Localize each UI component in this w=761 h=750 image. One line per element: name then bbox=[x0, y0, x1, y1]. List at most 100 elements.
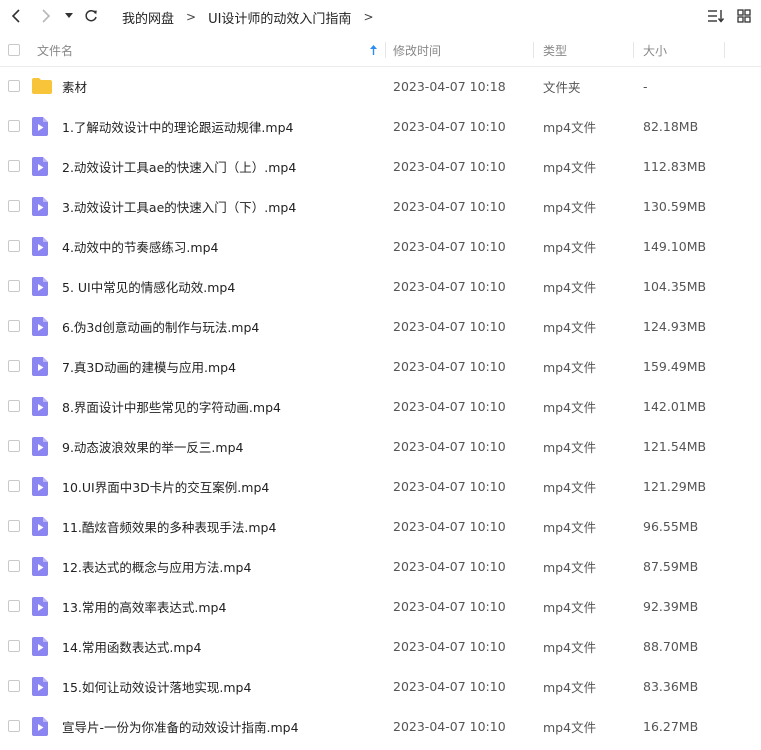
row-checkbox-wrap[interactable] bbox=[8, 266, 20, 306]
history-dropdown-button[interactable] bbox=[62, 5, 76, 27]
row-checkbox-wrap[interactable] bbox=[8, 426, 20, 466]
refresh-button[interactable] bbox=[82, 5, 100, 27]
file-name[interactable]: 4.动效中的节奏感练习.mp4 bbox=[62, 226, 218, 266]
row-checkbox-wrap[interactable] bbox=[8, 706, 20, 746]
column-header-modified[interactable]: 修改时间 bbox=[393, 34, 441, 66]
file-name[interactable]: 12.表达式的概念与应用方法.mp4 bbox=[62, 546, 251, 586]
file-name[interactable]: 1.了解动效设计中的理论跟运动规律.mp4 bbox=[62, 106, 293, 146]
row-checkbox-wrap[interactable] bbox=[8, 506, 20, 546]
file-name[interactable]: 宣导片-一份为你准备的动效设计指南.mp4 bbox=[62, 706, 299, 746]
row-checkbox[interactable] bbox=[8, 680, 20, 692]
file-row[interactable]: 7.真3D动画的建模与应用.mp4 2023-04-07 10:10 mp4文件 15… bbox=[0, 346, 761, 386]
file-list: 素材 2023-04-07 10:18 文件夹 - 1.了解动效设计中的理论跟运动规律.… bbox=[0, 66, 761, 746]
file-row[interactable]: 10.UI界面中3D卡片的交互案例.mp4 2023-04-07 10:10 mp4… bbox=[0, 466, 761, 506]
caret-down-icon bbox=[65, 13, 73, 18]
row-checkbox-wrap[interactable] bbox=[8, 466, 20, 506]
file-row[interactable]: 4.动效中的节奏感练习.mp4 2023-04-07 10:10 mp4文件 149.… bbox=[0, 226, 761, 266]
row-checkbox[interactable] bbox=[8, 600, 20, 612]
back-button[interactable] bbox=[6, 5, 26, 27]
file-row[interactable]: 2.动效设计工具ae的快速入门（上）.mp4 2023-04-07 10:10 mp… bbox=[0, 146, 761, 186]
row-checkbox-wrap[interactable] bbox=[8, 146, 20, 186]
row-checkbox[interactable] bbox=[8, 240, 20, 252]
breadcrumb-item-current[interactable]: UI设计师的动效入门指南 bbox=[208, 8, 351, 27]
video-file-icon bbox=[32, 146, 48, 186]
row-checkbox[interactable] bbox=[8, 720, 20, 732]
row-checkbox-wrap[interactable] bbox=[8, 626, 20, 666]
row-checkbox-wrap[interactable] bbox=[8, 346, 20, 386]
row-checkbox-wrap[interactable] bbox=[8, 586, 20, 626]
forward-button[interactable] bbox=[36, 5, 56, 27]
file-row[interactable]: 12.表达式的概念与应用方法.mp4 2023-04-07 10:10 mp4文件 8… bbox=[0, 546, 761, 586]
file-row[interactable]: 15.如何让动效设计落地实现.mp4 2023-04-07 10:10 mp4文件 8… bbox=[0, 666, 761, 706]
column-header-type[interactable]: 类型 bbox=[543, 34, 567, 66]
file-row[interactable]: 5. UI中常见的情感化动效.mp4 2023-04-07 10:10 mp4文件 1… bbox=[0, 266, 761, 306]
file-size: 112.83MB bbox=[643, 158, 707, 174]
file-name[interactable]: 9.动态波浪效果的举一反三.mp4 bbox=[62, 426, 243, 466]
row-checkbox-wrap[interactable] bbox=[8, 106, 20, 146]
column-divider[interactable] bbox=[385, 42, 386, 58]
row-checkbox[interactable] bbox=[8, 80, 20, 92]
file-row[interactable]: 14.常用函数表达式.mp4 2023-04-07 10:10 mp4文件 88.70… bbox=[0, 626, 761, 666]
row-checkbox[interactable] bbox=[8, 160, 20, 172]
file-modified-time: 2023-04-07 10:10 bbox=[393, 518, 506, 534]
row-checkbox-wrap[interactable] bbox=[8, 546, 20, 586]
file-row[interactable]: 1.了解动效设计中的理论跟运动规律.mp4 2023-04-07 10:10 mp4… bbox=[0, 106, 761, 146]
breadcrumb-item-root[interactable]: 我的网盘 bbox=[122, 8, 174, 27]
file-name[interactable]: 5. UI中常见的情感化动效.mp4 bbox=[62, 266, 235, 306]
row-checkbox[interactable] bbox=[8, 200, 20, 212]
row-checkbox-wrap[interactable] bbox=[8, 226, 20, 266]
row-checkbox[interactable] bbox=[8, 440, 20, 452]
column-divider[interactable] bbox=[633, 42, 634, 58]
breadcrumb-separator[interactable]: > bbox=[363, 10, 373, 24]
file-row[interactable]: 3.动效设计工具ae的快速入门（下）.mp4 2023-04-07 10:10 mp… bbox=[0, 186, 761, 226]
file-type: mp4文件 bbox=[543, 439, 597, 455]
video-file-icon bbox=[32, 266, 48, 306]
row-checkbox[interactable] bbox=[8, 480, 20, 492]
file-name[interactable]: 6.伪3d创意动画的制作与玩法.mp4 bbox=[62, 306, 259, 346]
file-name[interactable]: 2.动效设计工具ae的快速入门（上）.mp4 bbox=[62, 146, 296, 186]
file-name[interactable]: 10.UI界面中3D卡片的交互案例.mp4 bbox=[62, 466, 269, 506]
grid-view-button[interactable] bbox=[734, 5, 754, 27]
file-row[interactable]: 宣导片-一份为你准备的动效设计指南.mp4 2023-04-07 10:10 mp4… bbox=[0, 706, 761, 746]
column-header-size[interactable]: 大小 bbox=[643, 34, 667, 66]
file-row[interactable]: 8.界面设计中那些常见的字符动画.mp4 2023-04-07 10:10 mp4文… bbox=[0, 386, 761, 426]
select-all-checkbox-wrap[interactable] bbox=[8, 34, 20, 66]
row-checkbox-wrap[interactable] bbox=[8, 386, 20, 426]
file-name[interactable]: 3.动效设计工具ae的快速入门（下）.mp4 bbox=[62, 186, 296, 226]
row-checkbox[interactable] bbox=[8, 520, 20, 532]
file-name[interactable]: 11.酷炫音频效果的多种表现手法.mp4 bbox=[62, 506, 276, 546]
file-name[interactable]: 15.如何让动效设计落地实现.mp4 bbox=[62, 666, 251, 706]
file-name[interactable]: 素材 bbox=[62, 66, 87, 106]
row-checkbox-wrap[interactable] bbox=[8, 66, 20, 106]
file-row[interactable]: 6.伪3d创意动画的制作与玩法.mp4 2023-04-07 10:10 mp4文件… bbox=[0, 306, 761, 346]
row-checkbox[interactable] bbox=[8, 640, 20, 652]
row-checkbox[interactable] bbox=[8, 280, 20, 292]
file-type: 文件夹 bbox=[543, 79, 581, 95]
row-checkbox-wrap[interactable] bbox=[8, 186, 20, 226]
row-checkbox[interactable] bbox=[8, 120, 20, 132]
file-row[interactable]: 11.酷炫音频效果的多种表现手法.mp4 2023-04-07 10:10 mp4文… bbox=[0, 506, 761, 546]
file-name[interactable]: 8.界面设计中那些常见的字符动画.mp4 bbox=[62, 386, 281, 426]
file-modified-time: 2023-04-07 10:10 bbox=[393, 718, 506, 734]
column-divider[interactable] bbox=[533, 42, 534, 58]
file-name[interactable]: 13.常用的高效率表达式.mp4 bbox=[62, 586, 226, 626]
file-type: mp4文件 bbox=[543, 679, 597, 695]
file-row[interactable]: 13.常用的高效率表达式.mp4 2023-04-07 10:10 mp4文件 92.… bbox=[0, 586, 761, 626]
file-row[interactable]: 9.动态波浪效果的举一反三.mp4 2023-04-07 10:10 mp4文件 12… bbox=[0, 426, 761, 466]
breadcrumb: 我的网盘 > UI设计师的动效入门指南 > bbox=[122, 0, 386, 34]
file-name[interactable]: 7.真3D动画的建模与应用.mp4 bbox=[62, 346, 236, 386]
column-divider[interactable] bbox=[724, 42, 725, 58]
row-checkbox-wrap[interactable] bbox=[8, 666, 20, 706]
row-checkbox[interactable] bbox=[8, 360, 20, 372]
file-name[interactable]: 14.常用函数表达式.mp4 bbox=[62, 626, 201, 666]
file-modified-time: 2023-04-07 10:10 bbox=[393, 198, 506, 214]
column-header-name[interactable]: 文件名 bbox=[37, 34, 73, 66]
row-checkbox-wrap[interactable] bbox=[8, 306, 20, 346]
file-row[interactable]: 素材 2023-04-07 10:18 文件夹 - bbox=[0, 66, 761, 106]
row-checkbox[interactable] bbox=[8, 400, 20, 412]
sort-ascending-indicator[interactable] bbox=[369, 34, 378, 66]
row-checkbox[interactable] bbox=[8, 320, 20, 332]
select-all-checkbox[interactable] bbox=[8, 44, 20, 56]
sort-menu-button[interactable] bbox=[706, 5, 726, 27]
row-checkbox[interactable] bbox=[8, 560, 20, 572]
